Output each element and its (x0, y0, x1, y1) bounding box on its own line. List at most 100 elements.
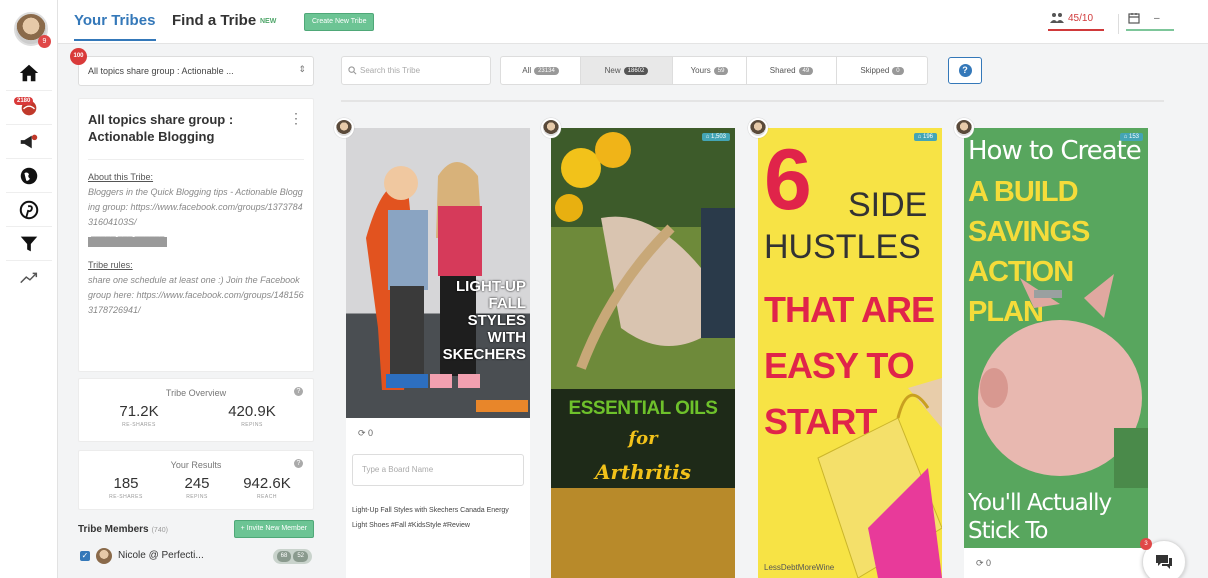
rail-item-trend[interactable] (6, 260, 52, 294)
pin-description: Light-Up Fall Styles with Skechers Canad… (352, 507, 509, 529)
chat-badge: 3 (1140, 538, 1152, 550)
filter-shared[interactable]: Shared 49 (747, 57, 837, 84)
member-stats: 68 52 (272, 549, 312, 564)
repin-value: 0 (368, 428, 374, 438)
flowers-hand-photo (555, 132, 735, 370)
schedule-indicator (1126, 29, 1174, 31)
quota-indicator (1048, 29, 1104, 31)
pinterest-icon (19, 200, 39, 219)
pinner-avatar[interactable] (954, 118, 974, 138)
filter-all[interactable]: All 23134 (501, 57, 581, 84)
member-row[interactable]: ✓ Nicole @ Perfecti... 68 52 (78, 546, 314, 568)
pin4-details (964, 548, 1148, 578)
rail-item-pinterest[interactable] (6, 192, 52, 226)
rail-item-globe[interactable] (6, 158, 52, 192)
overlay-line: WITH (487, 329, 526, 346)
schedule-summary[interactable]: – (1128, 12, 1160, 24)
stat-label: REPINS (186, 494, 208, 500)
pin4-script-bottom-2: Stick To (968, 518, 1048, 544)
more-options-icon[interactable]: ⋮ (289, 111, 303, 125)
invite-member-button[interactable]: + Invite New Member (233, 520, 314, 538)
pin-image-skechers[interactable]: LIGHT-UP FALL STYLES WITH SKECHERS (346, 128, 530, 418)
filter-count: 23134 (534, 66, 559, 75)
active-tab-indicator (74, 39, 156, 41)
tribe-select[interactable]: All topics share group : Actionable ... … (70, 48, 314, 86)
members-header: Tribe Members (740) + Invite New Member (78, 518, 314, 542)
pinner-avatar[interactable] (541, 118, 561, 138)
stat-value: 185 (113, 475, 139, 492)
members-count: (740) (151, 527, 168, 534)
member-stat-a: 68 (276, 551, 292, 562)
repin-badge: ⌂ 1,503 (701, 133, 730, 141)
left-rail: 9 2180 (0, 0, 58, 578)
pin1-overlay-text: LIGHT-UP FALL STYLES WITH SKECHERS (443, 278, 526, 363)
help-icon[interactable]: ? (294, 387, 303, 396)
quota-text: 45/10 (1068, 12, 1094, 24)
create-new-tribe-button[interactable]: Create New Tribe (304, 13, 375, 31)
tab-your-tribes[interactable]: Your Tribes (74, 12, 155, 29)
tab-find-a-tribe[interactable]: Find a Tribe (172, 12, 256, 29)
user-avatar[interactable]: 9 (14, 12, 51, 48)
shopping-bags-illustration (817, 378, 942, 578)
pinner-avatar[interactable] (334, 118, 354, 138)
member-name: Nicole @ Perfecti... (118, 550, 204, 561)
filter-label: All (522, 66, 532, 75)
pin3-watermark: LessDebtMoreWine (764, 563, 835, 572)
tribe-group-icon (1050, 13, 1064, 23)
pinner-avatar[interactable] (748, 118, 768, 138)
new-badge: NEW (260, 18, 277, 25)
rail-item-filter[interactable] (6, 226, 52, 260)
stat-value: 71.2K (119, 403, 159, 420)
filter-tabs: All 23134 New 18602 Yours 59 Shared 49 S… (500, 56, 928, 85)
members-title: Tribe Members (740) (78, 524, 168, 535)
divider (341, 100, 1164, 102)
calendar-icon (1128, 13, 1140, 24)
help-button[interactable]: ? (948, 57, 982, 84)
overview-repins: 420.9K REPINS (217, 403, 287, 428)
filter-new[interactable]: New 18602 (581, 57, 673, 84)
tribe-search-input[interactable]: Search this Tribe (341, 56, 491, 85)
rail-item-home[interactable] (6, 56, 52, 90)
overview-title: Tribe Overview (165, 388, 227, 398)
rail-item-tailwind[interactable]: 2180 (6, 90, 52, 124)
badge-value: 1,503 (710, 134, 726, 140)
tribe-quota[interactable]: 45/10 (1050, 12, 1093, 24)
stat-value: 245 (184, 475, 210, 492)
overlay-line: STYLES (467, 312, 526, 329)
home-icon (19, 64, 39, 82)
repin-count: ⟳ 0 (358, 428, 374, 438)
search-icon (348, 66, 357, 75)
results-repins: 245 REPINS (172, 475, 222, 500)
tribe-select-value: All topics share group : Actionable ... (78, 56, 314, 86)
stat-label: RE-SHARES (109, 494, 143, 500)
help-icon[interactable]: ? (294, 459, 303, 468)
stat-value: 942.6K (243, 475, 291, 492)
filter-yours[interactable]: Yours 59 (673, 57, 747, 84)
tribe-title: All topics share group : Actionable Blog… (88, 112, 234, 144)
pin-image-side-hustles[interactable]: ⌂ 196 6 SIDE HUSTLES THAT ARE EASY TO ST… (758, 128, 942, 578)
results-title: Your Results (170, 460, 222, 470)
filter-count: 18602 (623, 66, 649, 75)
pin-image-savings-plan[interactable]: ⌂ 153 How to Create A BUILD SAVINGS ACTI… (964, 128, 1148, 548)
app: 9 2180 Your Tribes Find a Tribe NEW Crea… (0, 0, 1208, 578)
select-badge: 100 (70, 48, 87, 65)
chat-button[interactable]: 3 (1140, 538, 1186, 578)
stat-label: REPINS (241, 422, 263, 428)
stat-label: REACH (256, 494, 277, 500)
pin2-subtitle: Arthritis (594, 460, 692, 484)
filter-skipped[interactable]: Skipped 0 (837, 57, 927, 84)
filter-count: 0 (892, 66, 904, 75)
pin-image-essential-oils[interactable]: ⌂ 1,503 ESSENTIAL OILS for Arthritis (551, 128, 735, 578)
repin-value: 0 (986, 558, 992, 568)
question-icon: ? (958, 64, 972, 77)
member-avatar (96, 548, 112, 564)
divider (1118, 14, 1119, 34)
rail-item-megaphone[interactable] (6, 124, 52, 158)
overlay-line: SKECHERS (442, 346, 526, 363)
board-name-input[interactable]: Type a Board Name (352, 454, 524, 486)
rules-heading: Tribe rules: (88, 260, 133, 270)
member-checkbox[interactable]: ✓ (80, 551, 90, 561)
filter-icon (20, 236, 38, 251)
top-bar: Your Tribes Find a Tribe NEW Create New … (58, 0, 1208, 44)
pin1-details (346, 418, 530, 578)
